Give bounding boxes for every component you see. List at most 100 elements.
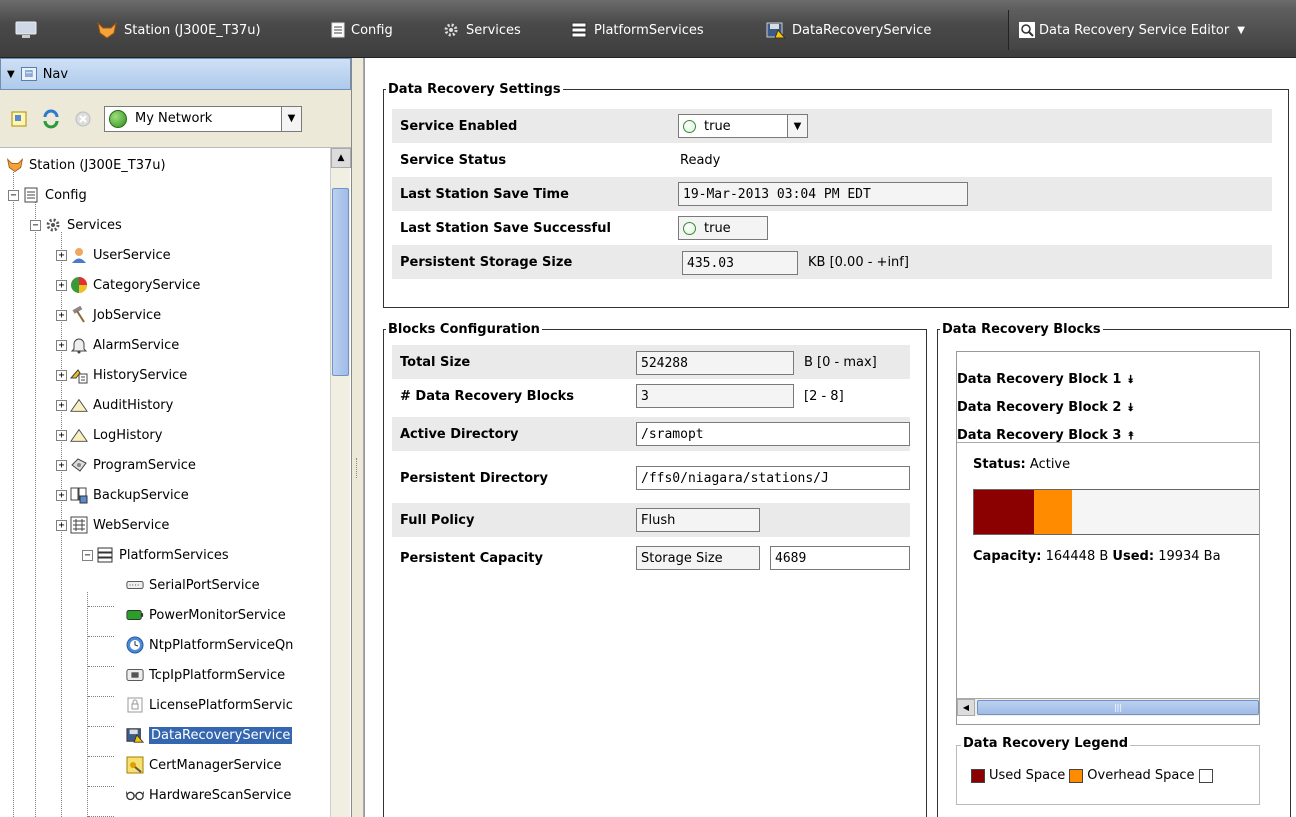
nav-header[interactable]: ▼ ▤ Nav <box>0 58 351 90</box>
tree-item-backup-service[interactable]: + BackupService <box>56 480 189 510</box>
tree-item-ntp-platform-service[interactable]: NtpPlatformServiceQn <box>126 630 293 660</box>
tree-item-label: Config <box>45 187 87 203</box>
block-3-header[interactable]: Data Recovery Block 3 ⯭ <box>957 428 1134 443</box>
tree-item-platform-services[interactable]: − PlatformServices <box>82 540 229 570</box>
persistent-dir-input[interactable]: /ffs0/niagara/stations/J <box>636 466 910 490</box>
splitter-grip[interactable] <box>356 458 359 478</box>
network-select[interactable]: My Network ▼ <box>104 105 302 132</box>
blocks-hscrollbar[interactable]: ◀ ||| <box>957 698 1259 716</box>
tree-item-hardware-scan-service[interactable]: HardwareScanService <box>126 780 291 810</box>
expand-icon[interactable]: + <box>56 489 67 501</box>
tree-item-license-platform-service[interactable]: LicensePlatformServic <box>126 690 293 720</box>
block-2-header[interactable]: Data Recovery Block 2 ⯯ <box>957 400 1134 415</box>
nav-tree-scrollbar[interactable]: ▲ <box>330 148 351 817</box>
serial-port-icon <box>126 576 144 594</box>
tree-item-cert-manager-service[interactable]: CertManagerService <box>126 750 282 780</box>
view-selector[interactable]: Data Recovery Service Editor ▼ <box>1008 10 1296 50</box>
num-blocks-input[interactable]: 3 <box>636 384 794 408</box>
collapse-icon[interactable]: − <box>82 549 93 561</box>
last-save-success-field: true <box>678 216 768 240</box>
expand-icon[interactable]: + <box>56 459 67 471</box>
tree-item-job-service[interactable]: + JobService <box>56 300 161 330</box>
collapse-icon[interactable]: − <box>30 219 41 231</box>
chevron-down-icon[interactable]: ▼ <box>787 115 807 137</box>
collapse-arrow-icon[interactable]: ▼ <box>7 69 15 80</box>
nav-toolbar: My Network ▼ <box>0 90 351 148</box>
active-dir-value: /sramopt <box>641 426 704 442</box>
scroll-thumb[interactable] <box>332 188 349 376</box>
tree-item-log-history[interactable]: + LogHistory <box>56 420 162 450</box>
service-status-label: Service Status <box>400 152 507 168</box>
glasses-icon <box>126 786 144 804</box>
scroll-up-arrow-icon[interactable]: ▲ <box>331 148 351 168</box>
used-segment <box>974 490 1035 534</box>
expand-icon[interactable]: + <box>56 369 67 381</box>
expand-icon[interactable]: + <box>56 519 67 531</box>
close-icon[interactable] <box>72 108 94 130</box>
full-policy-select[interactable]: Flush <box>636 508 760 532</box>
service-enabled-select[interactable]: true ▼ <box>678 114 808 138</box>
used-label: Used: <box>1112 549 1155 564</box>
tree-item-label: AuditHistory <box>93 397 174 413</box>
tree-item-power-monitor-service[interactable]: PowerMonitorService <box>126 600 286 630</box>
usage-bar <box>973 489 1259 535</box>
expand-icon[interactable]: + <box>56 249 67 261</box>
breadcrumb-station[interactable]: Station (J300E_T37u) <box>96 18 261 42</box>
tree-item-audit-history[interactable]: + AuditHistory <box>56 390 173 420</box>
breadcrumb-services[interactable]: Services <box>442 18 521 42</box>
bell-icon <box>70 336 88 354</box>
station-icon <box>6 156 24 174</box>
tree-item-services[interactable]: − Services <box>30 210 122 240</box>
total-size-input[interactable]: 524288 <box>636 351 794 375</box>
expand-icon[interactable]: + <box>56 279 67 291</box>
collapse-chevron-icon[interactable]: ⯭ <box>1127 429 1134 442</box>
refresh-icon[interactable] <box>40 108 62 130</box>
breadcrumb-platform-services[interactable]: PlatformServices <box>570 18 704 42</box>
capacity-value: 164448 B <box>1045 549 1109 564</box>
tree-item-label: CategoryService <box>93 277 201 293</box>
scroll-left-arrow-icon[interactable]: ◀ <box>957 699 975 716</box>
storage-size-unit: KB [0.00 - +inf] <box>808 254 909 270</box>
tree-item-tcpip-platform-service[interactable]: TcpIpPlatformService <box>126 660 285 690</box>
capacity-input[interactable]: 4689 <box>770 546 910 570</box>
scroll-thumb[interactable]: ||| <box>977 700 1259 715</box>
new-tree-icon[interactable] <box>8 108 30 130</box>
expand-icon[interactable]: + <box>56 429 67 441</box>
tree-item-station[interactable]: Station (J300E_T37u) <box>6 150 166 180</box>
legend-group: Data Recovery Legend Used Space Overhead… <box>956 736 1260 805</box>
chevron-down-icon[interactable]: ▼ <box>281 106 301 131</box>
tree-item-category-service[interactable]: + CategoryService <box>56 270 200 300</box>
active-dir-input[interactable]: /sramopt <box>636 422 910 446</box>
network-card-icon <box>126 666 144 684</box>
capacity-mode-select[interactable]: Storage Size <box>636 546 760 570</box>
expand-icon[interactable]: + <box>56 339 67 351</box>
breadcrumb-data-recovery[interactable]: DataRecoveryService <box>766 18 931 42</box>
collapse-icon[interactable]: − <box>8 189 19 201</box>
tree-item-history-service[interactable]: + HistoryService <box>56 360 187 390</box>
tree-item-label: Services <box>67 217 122 233</box>
expand-chevron-icon[interactable]: ⯯ <box>1127 373 1134 386</box>
tree-item-label: SerialPortService <box>149 577 260 593</box>
tree-item-label: AlarmService <box>93 337 180 353</box>
tree-item-serial-port-service[interactable]: SerialPortService <box>126 570 260 600</box>
tree-item-alarm-service[interactable]: + AlarmService <box>56 330 179 360</box>
services-icon <box>44 216 62 234</box>
tree-item-program-service[interactable]: + ProgramService <box>56 450 196 480</box>
tree-item-label: LicensePlatformServic <box>149 697 293 713</box>
panel-splitter[interactable] <box>352 58 364 817</box>
tree-item-config[interactable]: − Config <box>8 180 87 210</box>
tree-item-data-recovery-service[interactable]: DataRecoveryService <box>126 720 293 750</box>
block-1-label: Data Recovery Block 1 <box>957 372 1122 387</box>
total-size-row: Total Size 524288 B [0 - max] <box>392 345 910 379</box>
tree-item-user-service[interactable]: + UserService <box>56 240 171 270</box>
expand-icon[interactable]: + <box>56 399 67 411</box>
expand-chevron-icon[interactable]: ⯯ <box>1127 401 1134 414</box>
expand-icon[interactable]: + <box>56 309 67 321</box>
block-1-header[interactable]: Data Recovery Block 1 ⯯ <box>957 372 1134 387</box>
tree-item-web-service[interactable]: + WebService <box>56 510 169 540</box>
monitor-icon[interactable] <box>14 20 38 44</box>
legend-title: Data Recovery Legend <box>961 736 1131 751</box>
breadcrumb-config[interactable]: Config <box>331 18 393 42</box>
network-select-value: My Network <box>135 111 213 126</box>
blocks-group: Data Recovery Blocks Data Recovery Block… <box>937 322 1291 817</box>
